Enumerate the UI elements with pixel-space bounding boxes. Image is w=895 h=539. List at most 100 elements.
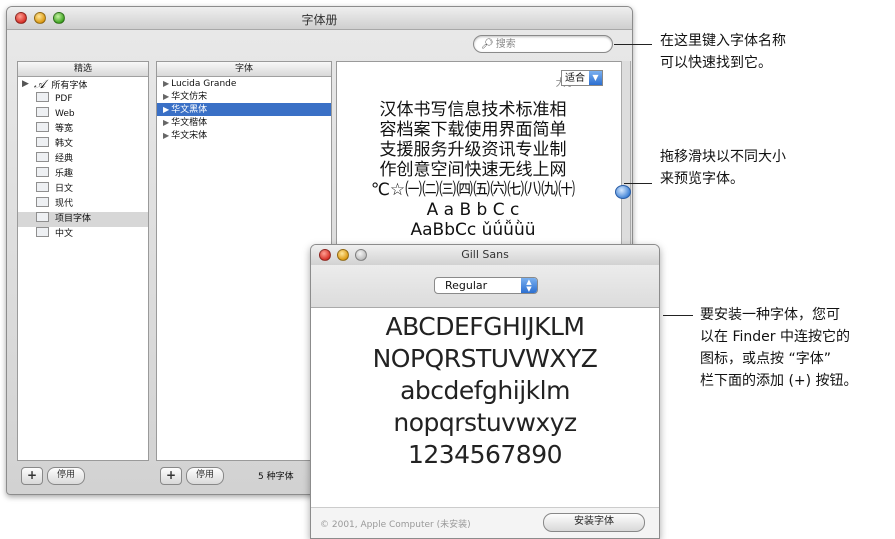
callout-line: 图标，或点按 “字体” xyxy=(700,351,831,367)
disclosure-triangle-icon[interactable]: ▶ xyxy=(22,77,29,92)
disclosure-triangle-icon[interactable]: ▶ xyxy=(163,131,169,140)
collection-icon xyxy=(36,107,49,117)
updown-arrows-icon: ▲ ▼ xyxy=(521,278,537,293)
search-callout-line xyxy=(614,44,652,45)
collection-item[interactable]: 乐趣 xyxy=(18,167,148,182)
collection-item[interactable]: 经典 xyxy=(18,152,148,167)
collection-icon xyxy=(36,167,49,177)
preview-line: 汉体书写信息技术标准相 xyxy=(379,100,567,120)
collection-item[interactable]: 现代 xyxy=(18,197,148,212)
font-family-item[interactable]: ▶ 华文仿宋 xyxy=(157,90,331,103)
collection-item[interactable]: 日文 xyxy=(18,182,148,197)
collection-item[interactable]: 等宽 xyxy=(18,122,148,137)
callout-line: 要安装一种字体，您可 xyxy=(700,307,840,323)
callout-line: 拖移滑块以不同大小 xyxy=(660,149,786,165)
gill-sample-line: 1234567890 xyxy=(407,440,563,469)
collection-item[interactable]: 中文 xyxy=(18,227,148,242)
size-select[interactable]: 适合 ▼ xyxy=(561,70,603,86)
gill-sample-text: ABCDEFGHIJKLM NOPQRSTUVWXYZ abcdefghijklm n… xyxy=(311,311,659,471)
collections-header[interactable]: 精选 xyxy=(18,62,148,77)
preview-sample-text: 汉体书写信息技术标准相 容档案下载使用界面简单 支援服务升级资讯专业制 作创意空间快速… xyxy=(357,100,589,240)
add-font-button[interactable]: + xyxy=(160,467,182,485)
size-slider-knob[interactable] xyxy=(615,185,631,199)
disclosure-triangle-icon[interactable]: ▶ xyxy=(163,79,169,88)
collection-icon xyxy=(36,122,49,132)
callout-line: 来预览字体。 xyxy=(660,171,744,187)
search-input[interactable]: 🔎︎ 搜索 xyxy=(473,35,613,53)
font-family-label: 华文楷体 xyxy=(171,118,208,128)
callout-line: 栏下面的添加 (+) 按钮。 xyxy=(700,373,858,389)
callout-line: 以在 Finder 中连按它的 xyxy=(700,329,850,345)
disable-font-button[interactable]: 停用 xyxy=(186,467,224,485)
gill-sample-line: nopqrstuvwxyz xyxy=(393,408,577,437)
collection-item-label: 项目字体 xyxy=(55,214,92,224)
gill-window-title: Gill Sans xyxy=(461,248,509,261)
callout-line: 可以快速找到它。 xyxy=(660,55,772,71)
font-preview-window: Gill Sans Regular ▲ ▼ ABCDEFGHIJKLM NOPQRS… xyxy=(310,244,660,539)
preview-line: 支援服务升级资讯专业制 xyxy=(379,140,567,160)
collection-icon xyxy=(36,92,49,102)
gill-zoom-button[interactable] xyxy=(355,249,367,261)
collection-icon xyxy=(36,152,49,162)
gill-sample-line: NOPQRSTUVWXYZ xyxy=(372,344,598,373)
gill-sample-line: ABCDEFGHIJKLM xyxy=(385,312,585,341)
collection-item-label: 现代 xyxy=(55,199,74,209)
disable-collection-button[interactable]: 停用 xyxy=(47,467,85,485)
collection-item[interactable]: 项目字体 xyxy=(18,212,148,227)
chevron-down-icon: ▼ xyxy=(589,71,602,85)
fonts-header[interactable]: 字体 xyxy=(157,62,331,77)
collection-item-label: 等宽 xyxy=(55,124,74,134)
copyright-text: © 2001, Apple Computer (未安装) xyxy=(320,520,471,530)
font-family-label: 华文仿宋 xyxy=(171,92,208,102)
font-family-item[interactable]: ▶ 华文宋体 xyxy=(157,129,331,142)
callout-line: 在这里键入字体名称 xyxy=(660,33,786,49)
slider-callout-line xyxy=(624,183,652,184)
collection-item-label: PDF xyxy=(55,94,73,104)
collection-item[interactable]: PDF xyxy=(18,92,148,107)
install-font-button[interactable]: 安装字体 xyxy=(543,513,645,532)
collection-item[interactable]: Web xyxy=(18,107,148,122)
font-family-item[interactable]: ▶ 华文楷体 xyxy=(157,116,331,129)
slider-callout: 拖移滑块以不同大小 来预览字体。 xyxy=(660,146,786,190)
style-dropdown[interactable]: Regular ▲ ▼ xyxy=(434,277,538,294)
font-count: 5 种字体 xyxy=(258,472,294,482)
window-title: 字体册 xyxy=(301,13,338,27)
gill-footer: © 2001, Apple Computer (未安装) 安装字体 xyxy=(311,507,659,538)
collection-item[interactable]: ▶ 𝒜 所有字体 xyxy=(18,77,148,92)
collection-icon xyxy=(36,137,49,147)
font-family-item[interactable]: ▶ 华文黑体 xyxy=(157,103,331,116)
gill-minimize-button[interactable] xyxy=(337,249,349,261)
all-fonts-icon: 𝒜 xyxy=(34,77,46,91)
fonts-column: 字体 ▶ Lucida Grande ▶ 华文仿宋 ▶ 华文黑体 ▶ 华文楷体 ▶ 华文宋体 xyxy=(156,61,332,461)
search-icon: 🔎︎ xyxy=(481,39,494,50)
fonts-list: ▶ Lucida Grande ▶ 华文仿宋 ▶ 华文黑体 ▶ 华文楷体 ▶ 华文宋体 xyxy=(157,77,331,142)
gill-sample-line: abcdefghijklm xyxy=(400,376,570,405)
title-bar: 字体册 xyxy=(7,7,632,30)
disclosure-triangle-icon[interactable]: ▶ xyxy=(163,118,169,127)
collection-item-label: Web xyxy=(55,109,75,119)
disclosure-triangle-icon[interactable]: ▶ xyxy=(163,92,169,101)
search-callout: 在这里键入字体名称 可以快速找到它。 xyxy=(660,30,786,74)
search-placeholder: 搜索 xyxy=(495,39,516,50)
install-callout-line xyxy=(663,315,693,316)
collection-item[interactable]: 韩文 xyxy=(18,137,148,152)
preview-line: A a B b C c xyxy=(426,200,520,220)
collection-item-label: 韩文 xyxy=(55,139,74,149)
collection-item-label: 所有字体 xyxy=(51,81,88,91)
collections-list: ▶ 𝒜 所有字体 PDF Web 等宽韩文经典乐趣 日文现代项目字体中文 xyxy=(18,77,148,242)
collection-item-label: 中文 xyxy=(55,229,74,239)
font-family-item[interactable]: ▶ Lucida Grande xyxy=(157,77,331,90)
preview-line: ℃☆㈠㈡㈢㈣㈤㈥㈦㈧㈨㈩ xyxy=(370,180,576,200)
preview-line: 作创意空间快速无线上网 xyxy=(379,160,567,180)
preview-line: AaBbCc ǔǘǚǜü xyxy=(410,220,536,240)
collection-icon xyxy=(36,197,49,207)
add-collection-button[interactable]: + xyxy=(21,467,43,485)
disclosure-triangle-icon[interactable]: ▶ xyxy=(163,105,169,114)
collections-column: 精选 ▶ 𝒜 所有字体 PDF Web 等宽韩文经典乐趣 日文现代项目字体中文 xyxy=(17,61,149,461)
font-family-label: 华文黑体 xyxy=(171,105,208,115)
collection-icon xyxy=(36,212,49,222)
collection-icon xyxy=(36,227,49,237)
collection-item-label: 经典 xyxy=(55,154,74,164)
gill-close-button[interactable] xyxy=(319,249,331,261)
install-callout: 要安装一种字体，您可 以在 Finder 中连按它的 图标，或点按 “字体” 栏下面的… xyxy=(700,304,858,392)
